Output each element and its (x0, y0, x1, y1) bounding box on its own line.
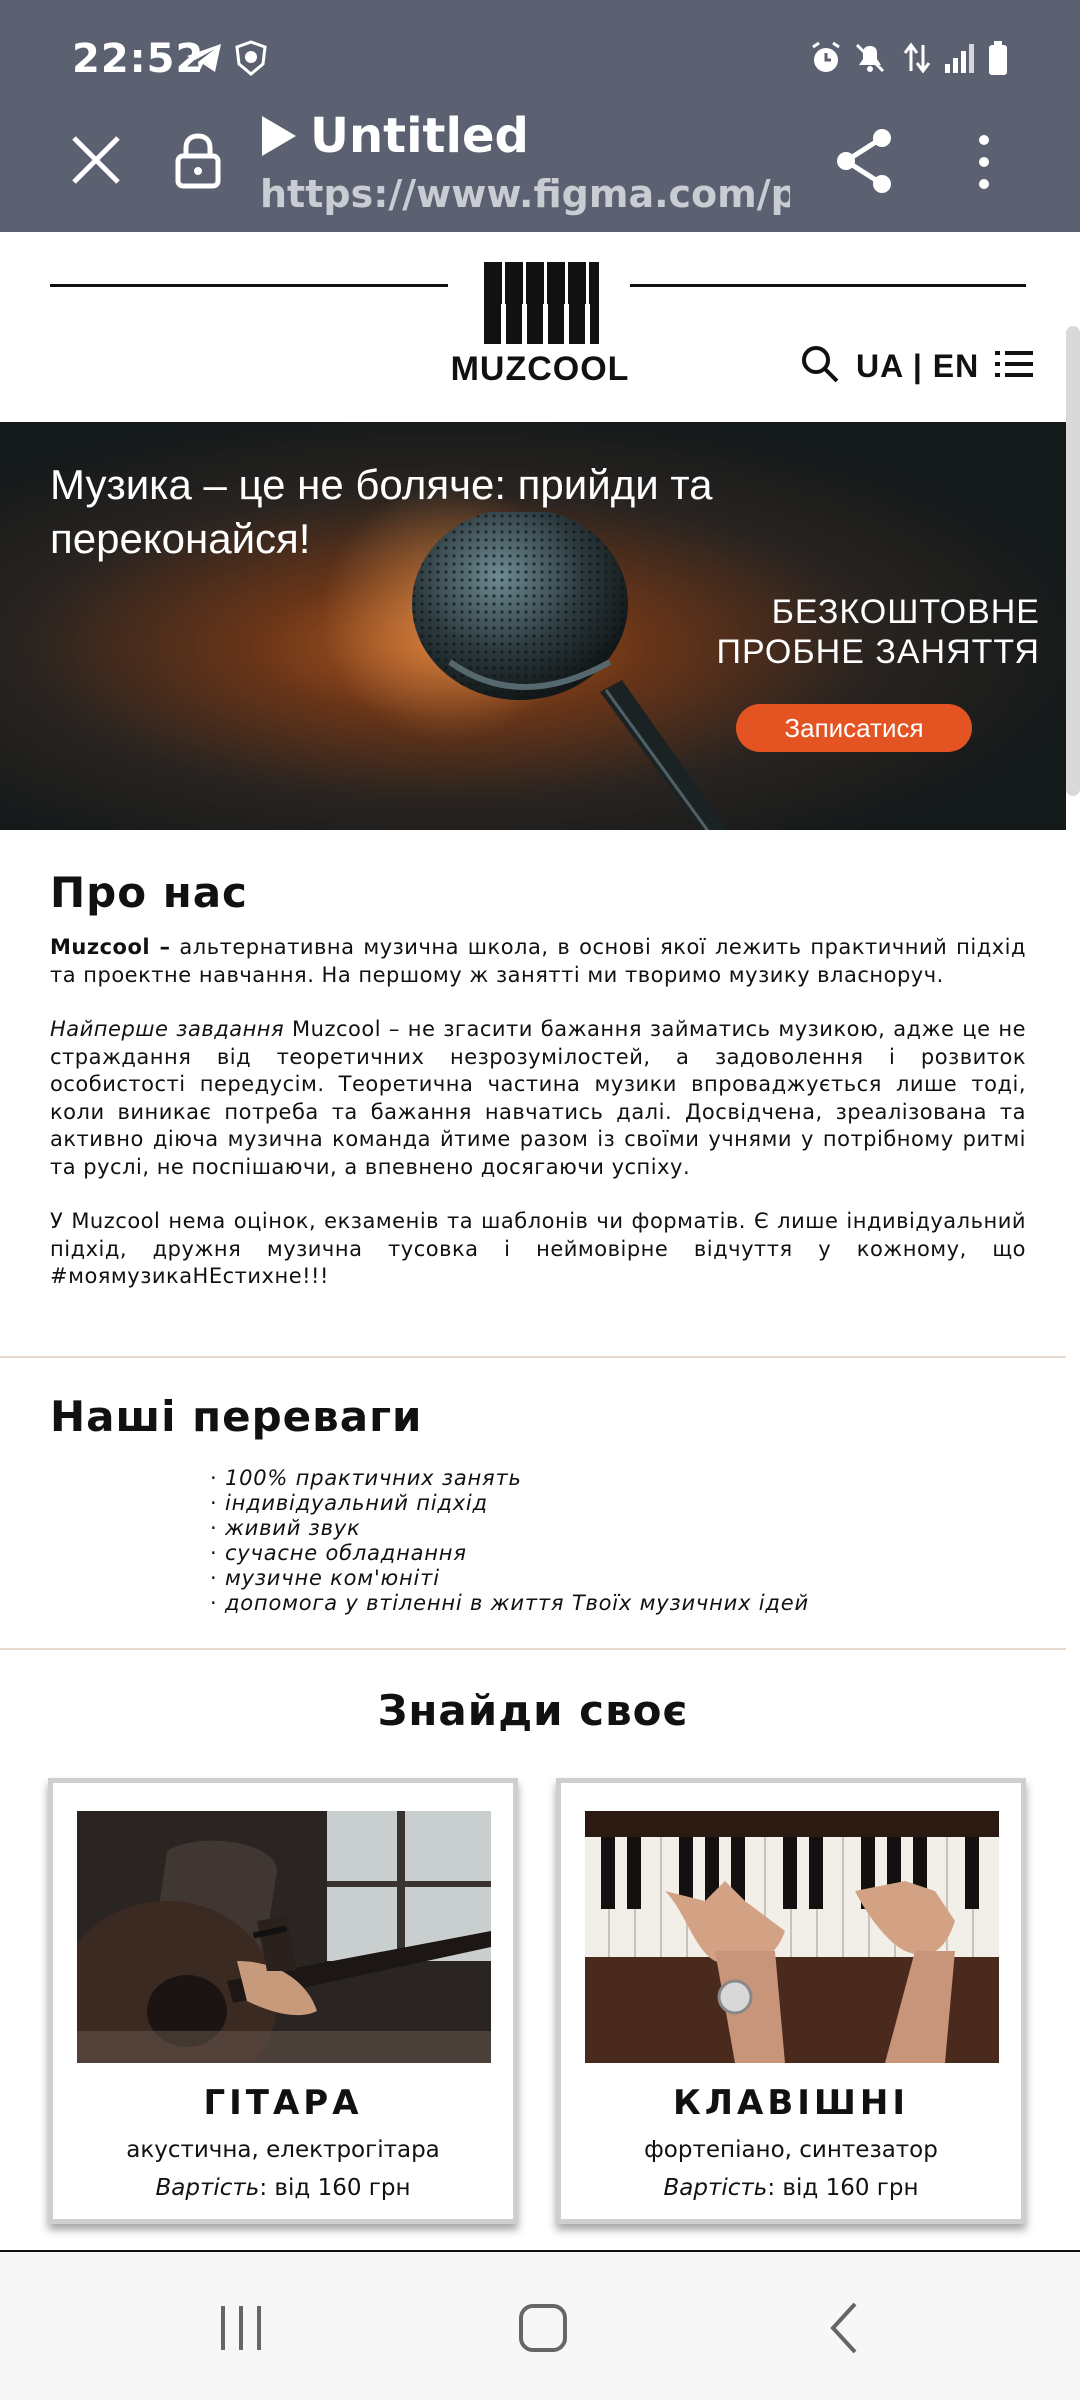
about-heading: Про нас (50, 868, 248, 917)
menu-list-icon (995, 351, 1034, 377)
home-icon (519, 2304, 567, 2352)
advantages-list: 100% практичних занять індивідуальний пі… (210, 1466, 809, 1616)
home-button[interactable] (508, 2296, 578, 2360)
search-button[interactable] (800, 344, 840, 388)
hero-offer: БЕЗКОШТОВНЕ ПРОБНЕ ЗАНЯТТЯ (660, 592, 1040, 672)
more-options-button[interactable] (960, 130, 1008, 194)
mute-icon (852, 40, 888, 76)
advantages-section: Наші переваги 100% практичних занять інд… (0, 1358, 1066, 1650)
header-tools: UA | EN (800, 344, 1034, 388)
about-p1-text: альтернативна музична школа, в основі як… (50, 935, 1026, 987)
lang-ua[interactable]: UA (856, 348, 903, 384)
lock-icon (175, 133, 221, 189)
recent-apps-button[interactable] (206, 2296, 276, 2360)
recent-apps-icon (221, 2306, 261, 2350)
signup-button[interactable]: Записатися (736, 704, 972, 752)
search-icon (802, 346, 839, 383)
advantages-heading: Наші переваги (50, 1392, 423, 1441)
course-price-label: Вартість (663, 2175, 768, 2201)
header-line-left (50, 284, 448, 287)
piano-keys-logo-icon[interactable] (450, 246, 630, 356)
address-bar: Untitled https://www.figma.com/prot... (0, 100, 1080, 232)
scrollbar-thumb[interactable] (1066, 326, 1080, 796)
advantage-item: 100% практичних занять (210, 1466, 809, 1491)
system-nav-bar (0, 2252, 1080, 2400)
hero-title: Музика – це не боляче: прийди та перекон… (50, 461, 713, 562)
course-price: Вартість: від 160 грн (561, 2175, 1021, 2201)
about-p2-italic: Найперше завдання (50, 1017, 285, 1041)
url-text[interactable]: https://www.figma.com/prot... (260, 172, 790, 216)
header-line-right (630, 284, 1026, 287)
course-card-guitar[interactable]: ГІТАРА акустична, електрогітара Вартість… (48, 1778, 518, 2224)
about-p2-text: Muzcool – не згасити бажання займатись м… (50, 1017, 1026, 1179)
course-name: КЛАВІШНІ (672, 2083, 910, 2123)
battery-icon (986, 40, 1010, 76)
courses-section: Знайди своє ГІТАРА акустична, електрогіт… (0, 1650, 1066, 2250)
lang-en[interactable]: EN (933, 348, 979, 384)
page-title-row[interactable]: Untitled (262, 108, 529, 164)
back-icon (830, 2302, 857, 2354)
lang-separator: | (903, 347, 933, 384)
site-security-button[interactable] (170, 130, 226, 190)
advantage-item: допомога у втіленні в життя Твоїх музичн… (210, 1591, 809, 1616)
hero-offer-line2: ПРОБНЕ ЗАНЯТТЯ (716, 633, 1040, 671)
course-price: Вартість: від 160 грн (53, 2175, 513, 2201)
hero-banner: Музика – це не боляче: прийди та перекон… (0, 422, 1066, 830)
close-icon (72, 136, 120, 184)
more-vertical-icon (979, 135, 989, 189)
telegram-icon (184, 40, 224, 76)
piano-image (585, 1811, 999, 2063)
share-icon (837, 129, 891, 193)
share-button[interactable] (832, 126, 898, 196)
advantage-item: музичне ком'юніті (210, 1566, 809, 1591)
about-text: Muzcool – альтернативна музична школа, в… (50, 934, 1026, 1318)
advantage-item: живий звук (210, 1516, 809, 1541)
course-card-keys[interactable]: КЛАВІШНІ фортепіано, синтезатор Вартість… (556, 1778, 1026, 2224)
advantage-item: індивідуальний підхід (210, 1491, 809, 1516)
alarm-icon (808, 40, 844, 76)
about-section: Про нас Muzcool – альтернативна музична … (0, 830, 1066, 1358)
about-paragraph-2: Найперше завдання Muzcool – не згасити б… (50, 1016, 1026, 1181)
language-switcher: UA | EN (856, 348, 979, 385)
course-price-value: : від 160 грн (767, 2175, 919, 2201)
courses-heading: Знайди своє (377, 1686, 689, 1735)
hero-offer-line1: БЕЗКОШТОВНЕ (771, 593, 1040, 631)
play-icon (262, 116, 296, 156)
page-title: Untitled (310, 108, 529, 164)
close-tab-button[interactable] (66, 130, 126, 190)
course-name: ГІТАРА (203, 2083, 363, 2123)
signal-icon (942, 40, 978, 76)
data-transfer-icon (900, 40, 934, 76)
site-header: MUZCOOL UA | EN (0, 232, 1080, 422)
course-subtitle: акустична, електрогітара (126, 2137, 440, 2163)
course-price-label: Вартість (155, 2175, 260, 2201)
back-button[interactable] (810, 2296, 880, 2360)
about-p1-bold: Muzcool – (50, 935, 171, 959)
course-subtitle: фортепіано, синтезатор (644, 2137, 938, 2163)
course-price-value: : від 160 грн (259, 2175, 411, 2201)
guitar-image (77, 1811, 491, 2063)
shield-app-icon (232, 40, 270, 76)
about-paragraph-3: У Muzcool нема оцінок, екзаменів та шабл… (50, 1209, 1026, 1288)
menu-button[interactable] (995, 349, 1034, 383)
browser-chrome: 22:52 Untitled https://www.figma.com/p (0, 0, 1080, 232)
brand-name[interactable]: MUZCOOL (430, 350, 650, 389)
advantage-item: сучасне обладнання (210, 1541, 809, 1566)
about-paragraph-1: Muzcool – альтернативна музична школа, в… (50, 934, 1026, 989)
